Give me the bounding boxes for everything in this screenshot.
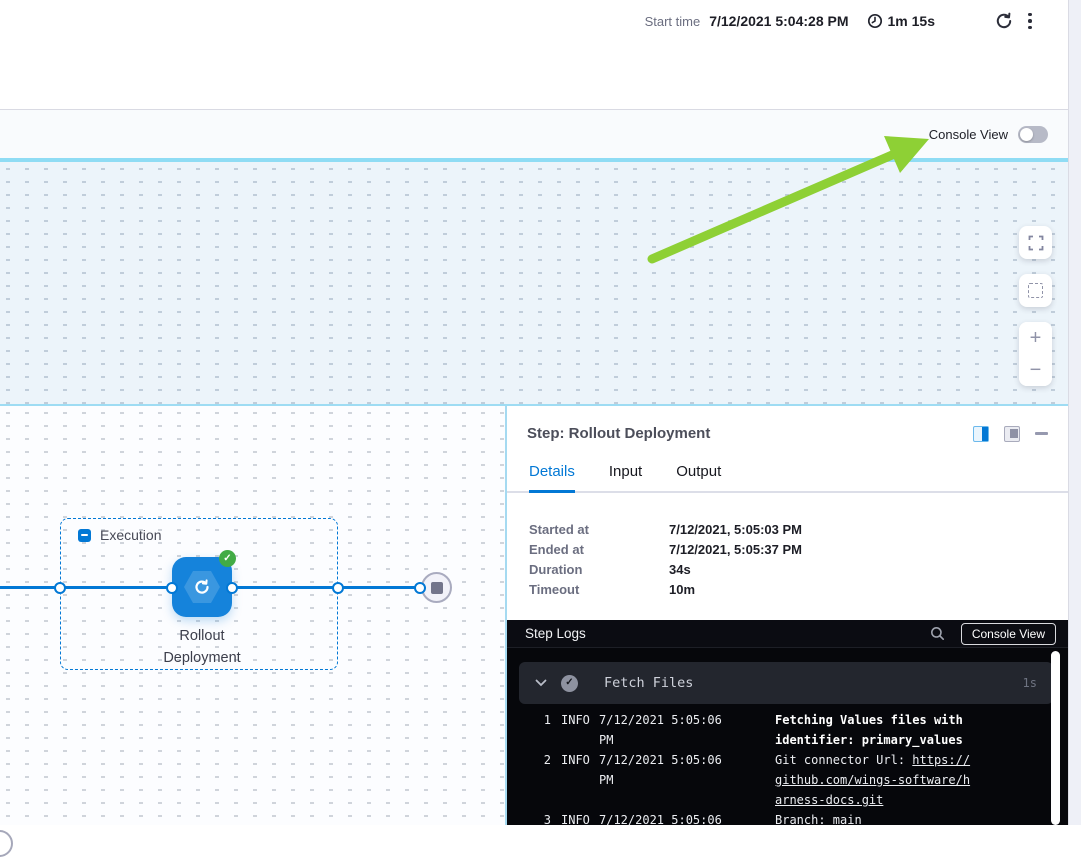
console-view-button[interactable]: Console View xyxy=(961,623,1056,645)
elapsed-duration: 1m 15s xyxy=(867,13,935,29)
connector-point[interactable] xyxy=(166,582,178,594)
log-line-number: 2 xyxy=(529,750,551,810)
step-logs-panel: Step Logs Console View ✓ Fetch Files 1s … xyxy=(507,620,1068,825)
log-timestamp: 7/12/2021 5:05:06 PM xyxy=(599,810,735,825)
search-icon xyxy=(930,626,945,641)
marquee-icon xyxy=(1028,283,1043,298)
rollout-deployment-node[interactable]: ✓ xyxy=(172,557,232,617)
pane-right-fill xyxy=(982,427,988,441)
check-glyph: ✓ xyxy=(565,678,573,688)
split-right-layout-button[interactable] xyxy=(973,426,989,442)
log-message: Fetching Values files with identifier: p… xyxy=(775,710,977,750)
connector-point[interactable] xyxy=(414,582,426,594)
step-details-panel: Step: Rollout Deployment Details Input O… xyxy=(505,406,1068,825)
log-line-number: 3 xyxy=(529,810,551,825)
detail-label: Timeout xyxy=(529,580,669,600)
start-time-value: 7/12/2021 5:04:28 PM xyxy=(709,13,848,29)
pipeline-canvas-upper[interactable]: + − xyxy=(0,162,1081,404)
log-level: INFO xyxy=(561,710,585,750)
more-options-button[interactable] xyxy=(1017,8,1043,34)
minus-icon xyxy=(81,534,88,536)
check-icon: ✓ xyxy=(223,554,231,564)
canvas-zoom-controls: + − xyxy=(1019,226,1052,386)
log-message: Git connector Url: https://github.com/wi… xyxy=(775,750,977,810)
log-level: INFO xyxy=(561,750,585,810)
detail-label: Duration xyxy=(529,560,669,580)
collapse-panel-button[interactable] xyxy=(1035,432,1048,435)
tab-output[interactable]: Output xyxy=(676,463,721,493)
split-bottom-layout-button[interactable] xyxy=(1004,426,1020,442)
panel-layout-controls xyxy=(973,426,1048,442)
log-message-prefix: Git connector Url: xyxy=(775,753,912,767)
console-view-toggle[interactable] xyxy=(1018,126,1048,143)
section-duration: 1s xyxy=(1023,676,1037,690)
console-view-label: Console View xyxy=(929,127,1008,142)
log-message: Branch: main xyxy=(775,810,977,825)
execution-group-header: Execution xyxy=(78,527,161,543)
execution-group-label: Execution xyxy=(100,527,161,543)
collapse-group-button[interactable] xyxy=(78,529,91,542)
detail-label: Started at xyxy=(529,520,669,540)
log-row: 1 INFO 7/12/2021 5:05:06 PM Fetching Val… xyxy=(529,710,1068,750)
success-badge: ✓ xyxy=(219,550,236,567)
tab-input[interactable]: Input xyxy=(609,463,642,493)
fullscreen-icon xyxy=(1028,235,1044,251)
connector-point[interactable] xyxy=(332,582,344,594)
clock-icon xyxy=(867,13,883,29)
log-scrollbar[interactable] xyxy=(1051,651,1060,825)
log-timestamp: 7/12/2021 5:05:06 PM xyxy=(599,750,735,810)
log-row: 2 INFO 7/12/2021 5:05:06 PM Git connecto… xyxy=(529,750,1068,810)
log-line-number: 1 xyxy=(529,710,551,750)
elapsed-text: 1m 15s xyxy=(888,13,935,29)
detail-row: Started at 7/12/2021, 5:05:03 PM xyxy=(529,520,1046,540)
start-time-label: Start time xyxy=(645,14,701,29)
page-scrollbar-track[interactable] xyxy=(1068,0,1081,825)
detail-value: 34s xyxy=(669,560,691,580)
panel-header: Step: Rollout Deployment xyxy=(507,406,1068,442)
minus-icon: − xyxy=(1030,360,1042,380)
zoom-out-button[interactable]: − xyxy=(1019,354,1052,386)
log-search-button[interactable] xyxy=(930,626,945,641)
log-timestamp: 7/12/2021 5:05:06 PM xyxy=(599,710,735,750)
detail-value: 7/12/2021, 5:05:03 PM xyxy=(669,520,802,540)
log-row: 3 INFO 7/12/2021 5:05:06 PM Branch: main xyxy=(529,810,1068,825)
detail-row: Duration 34s xyxy=(529,560,1046,580)
execution-meta-row: Start time 7/12/2021 5:04:28 PM 1m 15s xyxy=(645,7,1043,35)
step-logs-title: Step Logs xyxy=(525,626,930,641)
stop-square-icon xyxy=(431,582,443,594)
fullscreen-button[interactable] xyxy=(1019,226,1052,259)
detail-row: Ended at 7/12/2021, 5:05:37 PM xyxy=(529,540,1046,560)
panel-title: Step: Rollout Deployment xyxy=(527,425,973,442)
section-name: Fetch Files xyxy=(604,675,1023,691)
connector-point[interactable] xyxy=(54,582,66,594)
node-caption: Rollout Deployment xyxy=(147,625,257,669)
execution-header: Start time 7/12/2021 5:04:28 PM 1m 15s xyxy=(0,0,1081,110)
pane-inner-fill xyxy=(1010,429,1018,438)
panel-tabs: Details Input Output xyxy=(507,463,1068,493)
details-list: Started at 7/12/2021, 5:05:03 PM Ended a… xyxy=(507,493,1068,600)
toggle-knob xyxy=(1020,128,1033,141)
detail-row: Timeout 10m xyxy=(529,580,1046,600)
detail-value: 10m xyxy=(669,580,695,600)
rollout-refresh-icon xyxy=(192,577,212,597)
section-success-icon: ✓ xyxy=(561,675,578,692)
plus-icon: + xyxy=(1030,328,1042,348)
chevron-down-icon xyxy=(535,679,547,687)
zoom-in-button[interactable]: + xyxy=(1019,322,1052,354)
step-logs-header: Step Logs Console View xyxy=(507,620,1068,648)
offscreen-node xyxy=(0,830,13,857)
zoom-in-out-group: + − xyxy=(1019,322,1052,386)
refresh-button[interactable] xyxy=(991,8,1017,34)
refresh-icon xyxy=(994,11,1014,31)
tab-details[interactable]: Details xyxy=(529,463,575,493)
console-view-band: Console View xyxy=(0,110,1081,158)
log-lines: 1 INFO 7/12/2021 5:05:06 PM Fetching Val… xyxy=(507,704,1068,825)
kebab-icon xyxy=(1028,13,1032,30)
detail-value: 7/12/2021, 5:05:37 PM xyxy=(669,540,802,560)
fit-to-screen-button[interactable] xyxy=(1019,274,1052,307)
log-section-fetch-files[interactable]: ✓ Fetch Files 1s xyxy=(519,662,1053,704)
detail-label: Ended at xyxy=(529,540,669,560)
log-level: INFO xyxy=(561,810,585,825)
connector-point[interactable] xyxy=(226,582,238,594)
